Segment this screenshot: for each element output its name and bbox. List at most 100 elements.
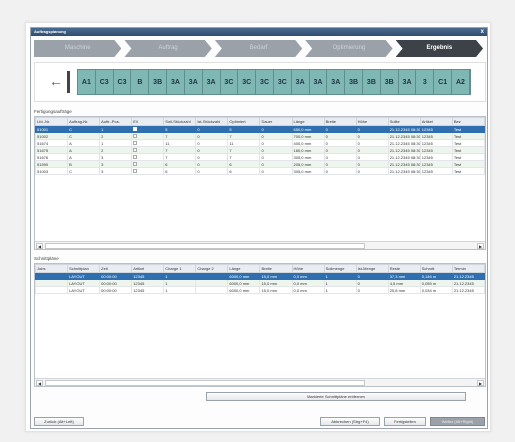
table-cell (195, 272, 229, 280)
column-header[interactable]: Schnittplan (67, 264, 101, 273)
column-header[interactable]: Eil (131, 117, 165, 126)
strip-segment: 3C (238, 70, 257, 94)
scroll-right-icon[interactable]: ▶ (477, 243, 484, 249)
table-cell: 400,0 mm (291, 139, 325, 147)
scroll-thumb[interactable] (45, 243, 365, 249)
table-cell: 3 (99, 167, 133, 175)
column-header[interactable]: Optimiert (227, 117, 261, 126)
checkbox[interactable] (133, 169, 138, 174)
table-row[interactable]: 51003C36060305,0 mm0021.12.2345 08:30:00… (35, 167, 485, 175)
wizard-step-auftrag[interactable]: Auftrag (124, 40, 212, 57)
column-header[interactable]: Zeit (99, 264, 133, 273)
column-header[interactable]: Höhe (291, 264, 325, 273)
table-cell: 0 (323, 160, 357, 168)
scroll-right-icon[interactable]: ▶ (477, 380, 484, 386)
table-row[interactable]: LAYOUT 00:00:00 12345 1 6000,0 mm 15,0 mm 0,0 … (35, 286, 485, 294)
close-icon[interactable]: x (481, 28, 484, 36)
wizard-step-bedarf[interactable]: Bedarf (214, 40, 303, 57)
table-cell: A (67, 139, 101, 147)
table-cell: 0 (259, 146, 293, 154)
next-button[interactable]: Weiter (Alt+Right) (430, 417, 485, 426)
checkbox[interactable] (133, 162, 138, 167)
wizard-step-maschine[interactable]: Maschine (34, 40, 122, 57)
column-header[interactable]: Breite (259, 264, 293, 273)
table-row[interactable]: 51674A1110110400,0 mm0021.12.2345 08:30:… (35, 139, 485, 147)
table-cell: 205,0 mm (291, 160, 325, 168)
table-cell: 0 (195, 160, 229, 168)
column-header[interactable]: Auftrag-Nr. (67, 117, 101, 126)
strip-segment: 3B (345, 70, 363, 94)
column-header[interactable]: Bez (451, 117, 485, 126)
column-header[interactable]: Soll-Stückzahl (163, 117, 197, 126)
orders-grid: Lfd.-Nr. Auftrag-Nr. Auftr.-Pos. Eil Soll-St… (34, 116, 486, 250)
table-cell (131, 167, 165, 175)
checkbox[interactable] (133, 155, 138, 160)
column-header[interactable]: Höhe (355, 117, 389, 126)
table-cell: 21.12.2345 (451, 272, 485, 280)
table-cell: LAYOUT (67, 279, 101, 287)
cancel-button[interactable]: Abbrechen (Strg+F4) (320, 417, 380, 426)
orders-scrollbar[interactable]: ◀ ▶ (35, 241, 485, 249)
table-row[interactable]: 51001C15050650,0 mm0021.12.2345 08:30:00… (35, 125, 485, 133)
checkbox[interactable] (133, 141, 138, 146)
column-header[interactable]: Sollte (387, 117, 421, 126)
table-cell: 00:00:00 (99, 286, 133, 294)
wizard-step-ergebnis[interactable]: Ergebnis (395, 40, 484, 57)
finish-button[interactable]: Fertigstellen (384, 417, 426, 426)
table-cell: Test (451, 160, 485, 168)
table-cell: LAYOUT (67, 286, 101, 294)
column-header[interactable]: Länge (227, 264, 261, 273)
table-cell: C (67, 125, 101, 133)
table-row[interactable]: LAYOUT 00:00:00 12345 1 6000,0 mm 15,0 mm 0,0 … (35, 272, 485, 280)
table-cell (35, 279, 69, 287)
table-cell: 12345 (131, 272, 165, 280)
table-row[interactable]: LAYOUT 00:00:00 12345 1 6000,0 mm 15,0 mm 0,0 … (35, 279, 485, 287)
remove-plans-button[interactable]: Markierte Schnittpläne entfernen (206, 392, 466, 401)
table-row[interactable]: 51590B36060205,0 mm0021.12.2345 08:30:00… (35, 160, 485, 168)
column-header[interactable]: Schrott (419, 264, 453, 273)
checkbox[interactable] (133, 148, 138, 153)
column-header[interactable]: Charge 2 (195, 264, 229, 273)
table-cell (195, 279, 229, 287)
table-cell: 0 (355, 272, 389, 280)
column-header[interactable]: Breite (323, 117, 357, 126)
bracket-icon (67, 71, 70, 93)
column-header[interactable]: Lfd.-Nr. (35, 117, 69, 126)
plans-scrollbar[interactable]: ◀ ▶ (35, 378, 485, 386)
back-button[interactable]: Zurück (Alt+Left) (34, 417, 84, 426)
column-header[interactable]: Sollmenge (323, 264, 357, 273)
wizard-step-optimierung[interactable]: Optimierung (305, 40, 393, 57)
checkbox[interactable] (133, 134, 138, 139)
table-row[interactable]: 51676A37070305,0 mm0021.12.2345 08:30:00… (35, 153, 485, 161)
column-header[interactable]: Ist-Menge (355, 264, 389, 273)
plans-header-row: Jobs Schnittplan Zeit Artikel Charge 1 Charge… (35, 264, 485, 273)
strip-segment: A2 (452, 70, 470, 94)
table-cell: 1 (323, 286, 357, 294)
table-cell: 0 (323, 139, 357, 147)
column-header[interactable]: Länge (291, 117, 325, 126)
column-header[interactable]: Artikel (131, 264, 165, 273)
column-header[interactable]: Charge 1 (163, 264, 197, 273)
column-header[interactable]: Dauer (259, 117, 293, 126)
column-header[interactable]: Reste (387, 264, 421, 273)
orders-header-row: Lfd.-Nr. Auftrag-Nr. Auftr.-Pos. Eil Soll-St… (35, 117, 485, 126)
checkbox[interactable] (133, 127, 138, 132)
table-row[interactable]: 51002C27070700,0 mm0021.12.2345 08:30:00… (35, 132, 485, 140)
table-cell: 51590 (35, 160, 69, 168)
column-header[interactable]: Jobs (35, 264, 69, 273)
column-header[interactable]: Auftr.-Pos. (99, 117, 133, 126)
scroll-left-icon[interactable]: ◀ (36, 380, 43, 386)
scroll-left-icon[interactable]: ◀ (36, 243, 43, 249)
table-cell: 305,0 mm (291, 167, 325, 175)
table-cell: 5 (163, 125, 197, 133)
table-cell: 51003 (35, 167, 69, 175)
plans-label: Schnittpläne (34, 256, 59, 261)
column-header[interactable]: Ist-Stückzahl (195, 117, 229, 126)
scroll-thumb[interactable] (45, 380, 365, 386)
table-row[interactable]: 51675A27070180,0 mm0021.12.2345 08:30:00… (35, 146, 485, 154)
table-cell: Test (451, 139, 485, 147)
orders-label: Fertigungsaufträge (34, 109, 72, 114)
column-header[interactable]: Artikel (419, 117, 453, 126)
table-cell: LAYOUT (67, 272, 101, 280)
column-header[interactable]: Termin (451, 264, 485, 273)
